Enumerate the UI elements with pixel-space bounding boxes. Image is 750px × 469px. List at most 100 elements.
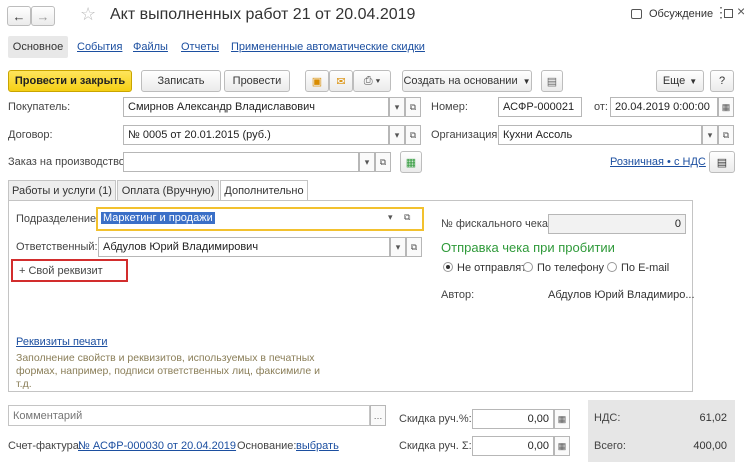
send-receipt-title: Отправка чека при пробитии (441, 240, 615, 255)
vat-link[interactable]: Розничная • с НДС (610, 156, 706, 168)
author-value: Абдулов Юрий Владимиро... (548, 289, 695, 301)
create-based-on-button[interactable]: Создать на основании ▼ (402, 70, 532, 92)
buyer-field[interactable]: Смирнов Александр Владиславович (123, 97, 389, 117)
chevron-down-icon: ▼ (522, 76, 531, 86)
price-settings-button[interactable]: ▤ (709, 151, 735, 173)
open-icon[interactable]: ⧉ (405, 125, 421, 145)
basis-link[interactable]: выбрать (296, 440, 339, 452)
division-value: Маркетинг и продажи (101, 212, 215, 224)
chevron-down-icon: ▼ (689, 76, 698, 86)
email-icon[interactable]: ✉ (329, 70, 353, 92)
totals-panel: НДС: 61,02 Всего: 400,00 (588, 400, 735, 462)
document-icon[interactable]: ▣ (305, 70, 329, 92)
post-and-close-button[interactable]: Провести и закрыть (8, 70, 132, 92)
discount-sum-label: Скидка руч. Σ: (399, 440, 472, 452)
vat-label: НДС: (594, 412, 621, 424)
comment-field[interactable] (8, 405, 370, 426)
dropdown-icon[interactable]: ▾ (389, 125, 405, 145)
calculator-icon[interactable]: ▦ (554, 436, 570, 456)
date-label: от: (594, 101, 608, 113)
post-button[interactable]: Провести (224, 70, 290, 92)
number-field[interactable]: АСФР-000021 (498, 97, 582, 117)
dropdown-icon[interactable]: ▾ (702, 125, 718, 145)
division-label: Подразделение: (16, 213, 100, 225)
back-button[interactable]: ← (7, 6, 31, 26)
report-icon: ▤ (546, 75, 558, 88)
radio-icon (523, 262, 533, 272)
fiscal-field: 0 (548, 214, 686, 234)
responsible-label: Ответственный: (16, 241, 98, 253)
open-icon[interactable]: ⧉ (718, 125, 734, 145)
tab-reports[interactable]: Отчеты (181, 41, 219, 53)
dropdown-icon[interactable]: ▾ (388, 212, 393, 223)
tab-auto-discounts[interactable]: Примененные автоматические скидки (231, 41, 425, 53)
total-value: 400,00 (693, 440, 727, 452)
close-icon[interactable]: × (737, 3, 745, 19)
radio-by-email[interactable]: По E-mail (607, 262, 669, 274)
vat-value: 61,02 (699, 412, 727, 424)
division-field[interactable]: Маркетинг и продажи ▾ ⧉ (96, 207, 424, 231)
radio-icon (443, 262, 453, 272)
open-icon[interactable]: ⧉ (405, 97, 421, 117)
org-label: Организация: (431, 129, 501, 141)
discount-pct-label: Скидка руч.%: (399, 413, 472, 425)
discussion-button[interactable]: Обсуждение (649, 8, 713, 20)
open-icon[interactable]: ⧉ (375, 152, 391, 172)
printer-icon[interactable]: ⎙ ▾ (353, 70, 391, 92)
dropdown-icon[interactable]: ▾ (390, 237, 406, 257)
tab-files[interactable]: Файлы (133, 41, 168, 53)
print-details-hint: Заполнение свойств и реквизитов, использ… (16, 352, 320, 390)
contract-label: Договор: (8, 129, 53, 141)
dropdown-icon[interactable]: ▾ (359, 152, 375, 172)
calculator-icon[interactable]: ▦ (554, 409, 570, 429)
tab-payment[interactable]: Оплата (Вручную) (117, 180, 219, 200)
contract-field[interactable]: № 0005 от 20.01.2015 (руб.) (123, 125, 389, 145)
more-button[interactable]: Еще ▼ (656, 70, 704, 92)
discount-pct-field[interactable]: 0,00 (472, 409, 554, 429)
page-title: Акт выполненных работ 21 от 20.04.2019 (110, 6, 416, 23)
fiscal-label: № фискального чека: (441, 218, 552, 230)
print-group: ▣ ✉ ⎙ ▾ (305, 70, 391, 92)
responsible-field[interactable]: Абдулов Юрий Владимирович (98, 237, 390, 257)
star-icon[interactable]: ☆ (80, 4, 96, 25)
dropdown-icon[interactable]: ▾ (389, 97, 405, 117)
help-button[interactable]: ? (710, 70, 734, 92)
maximize-icon[interactable] (724, 9, 733, 18)
production-icon: ▦ (405, 156, 417, 169)
comment-expand-button[interactable]: … (370, 405, 386, 426)
author-label: Автор: (441, 289, 475, 301)
arrow-right-icon: → (36, 8, 50, 24)
discount-sum-field[interactable]: 0,00 (472, 436, 554, 456)
print-details-link[interactable]: Реквизиты печати (16, 336, 107, 348)
comment-input[interactable] (13, 410, 353, 422)
forward-button[interactable]: → (31, 6, 55, 26)
card-icon: ▤ (716, 156, 728, 169)
tab-main[interactable]: Основное (8, 36, 68, 58)
basis-label: Основание: (237, 440, 297, 452)
org-field[interactable]: Кухни Ассоль (498, 125, 702, 145)
radio-icon (607, 262, 617, 272)
tab-events[interactable]: События (77, 41, 122, 53)
order-label: Заказ на производство: (8, 156, 128, 168)
production-order-button[interactable]: ▦ (400, 151, 422, 173)
open-icon[interactable]: ⧉ (404, 212, 410, 223)
arrow-left-icon: ← (12, 8, 26, 24)
number-label: Номер: (431, 101, 468, 113)
own-attribute-button[interactable]: + Свой реквизит (11, 259, 128, 282)
save-button[interactable]: Записать (141, 70, 221, 92)
additional-panel: Подразделение: Маркетинг и продажи ▾ ⧉ О… (8, 200, 695, 392)
report-button[interactable]: ▤ (541, 70, 563, 92)
total-label: Всего: (594, 440, 626, 452)
buyer-label: Покупатель: (8, 101, 71, 113)
invoice-link[interactable]: № АСФР-000030 от 20.04.2019 (78, 440, 236, 452)
invoice-label: Счет-фактура: (8, 440, 82, 452)
date-field[interactable]: 20.04.2019 0:00:00 (610, 97, 718, 117)
discussion-icon (631, 9, 642, 19)
calendar-icon[interactable]: ▦ (718, 97, 734, 117)
tab-works-services[interactable]: Работы и услуги (1) (8, 180, 116, 200)
radio-no-send[interactable]: Не отправлять (443, 262, 532, 274)
open-icon[interactable]: ⧉ (406, 237, 422, 257)
order-field[interactable] (123, 152, 359, 172)
radio-by-phone[interactable]: По телефону (523, 262, 604, 274)
tab-additional[interactable]: Дополнительно (220, 180, 308, 201)
